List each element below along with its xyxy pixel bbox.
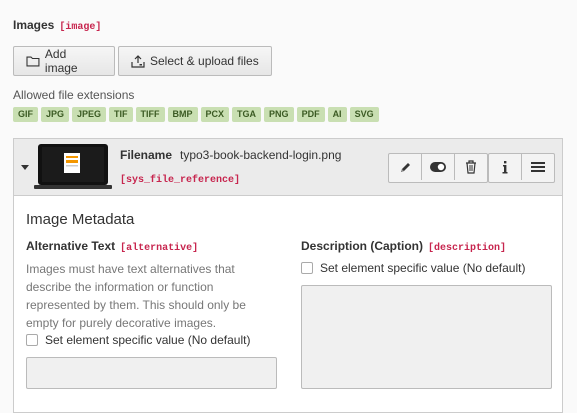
folder-icon — [26, 56, 40, 67]
extension-badge: PCX — [200, 107, 230, 122]
alternative-checkbox[interactable] — [26, 334, 38, 346]
alternative-default-toggle[interactable]: Set element specific value (No default) — [26, 333, 250, 347]
add-image-label: Add image — [44, 47, 78, 75]
file-reference-tag: [sys_file_reference] — [120, 175, 241, 186]
filename-label: Filename — [120, 148, 173, 162]
extension-badge: PNG — [264, 107, 294, 122]
file-thumbnail — [34, 144, 112, 189]
extension-badge: JPG — [41, 107, 70, 122]
description-checkbox-label: Set element specific value (No default) — [320, 261, 526, 275]
edit-button[interactable] — [389, 154, 422, 180]
extension-list: GIF JPG JPEG TIF TIFF BMP PCX TGA PNG PD… — [13, 107, 379, 122]
alternative-tag: [alternative] — [120, 243, 199, 254]
trash-icon — [466, 160, 476, 174]
alternative-checkbox-label: Set element specific value (No default) — [45, 333, 251, 347]
field-label: Images [image] — [13, 18, 101, 33]
toggle-on-icon — [430, 162, 446, 172]
info-button[interactable] — [489, 154, 522, 180]
alternative-text-label: Alternative Text [alternative] — [26, 239, 198, 254]
alternative-help-text: Images must have text alternatives that … — [26, 262, 246, 330]
toggle-visibility-button[interactable] — [422, 154, 455, 180]
record-actions-secondary — [488, 153, 555, 183]
filename-value: typo3-book-backend-login.png — [180, 148, 342, 162]
pencil-icon — [400, 162, 410, 172]
description-tag: [description] — [428, 243, 507, 254]
select-upload-label: Select & upload files — [150, 54, 259, 68]
description-checkbox[interactable] — [301, 262, 313, 274]
extension-badge: SVG — [349, 107, 379, 122]
description-textarea[interactable] — [301, 285, 552, 389]
extension-badge: PDF — [296, 107, 325, 122]
extension-badge: TIFF — [135, 107, 165, 122]
record-actions — [388, 153, 488, 183]
drag-handle-button[interactable] — [522, 154, 554, 180]
image-metadata-title: Image Metadata — [26, 211, 135, 228]
description-label: Description (Caption) [description] — [301, 239, 506, 254]
file-reference-header[interactable]: Filename typo3-book-backend-login.png [s… — [14, 139, 562, 196]
menu-icon — [531, 162, 545, 172]
extension-badge: TIF — [109, 107, 133, 122]
file-reference-panel: Filename typo3-book-backend-login.png [s… — [13, 138, 563, 413]
extension-badge: JPEG — [72, 107, 107, 122]
extension-badge: TGA — [232, 107, 262, 122]
caret-down-icon[interactable] — [21, 165, 29, 170]
description-label-text: Description (Caption) — [301, 239, 423, 253]
info-icon — [502, 160, 508, 173]
allowed-extensions-title: Allowed file extensions — [13, 88, 135, 102]
description-default-toggle[interactable]: Set element specific value (No default) — [301, 261, 525, 275]
field-tag: [image] — [59, 22, 102, 33]
upload-icon — [131, 54, 145, 68]
add-image-button[interactable]: Add image — [13, 46, 115, 76]
delete-button[interactable] — [455, 154, 487, 180]
alternative-text-input[interactable] — [26, 357, 277, 389]
extension-badge: BMP — [167, 107, 198, 122]
alternative-text-label-text: Alternative Text — [26, 239, 116, 253]
field-label-text: Images — [13, 18, 55, 32]
extension-badge: AI — [327, 107, 347, 122]
select-upload-button[interactable]: Select & upload files — [118, 46, 272, 76]
extension-badge: GIF — [13, 107, 38, 122]
